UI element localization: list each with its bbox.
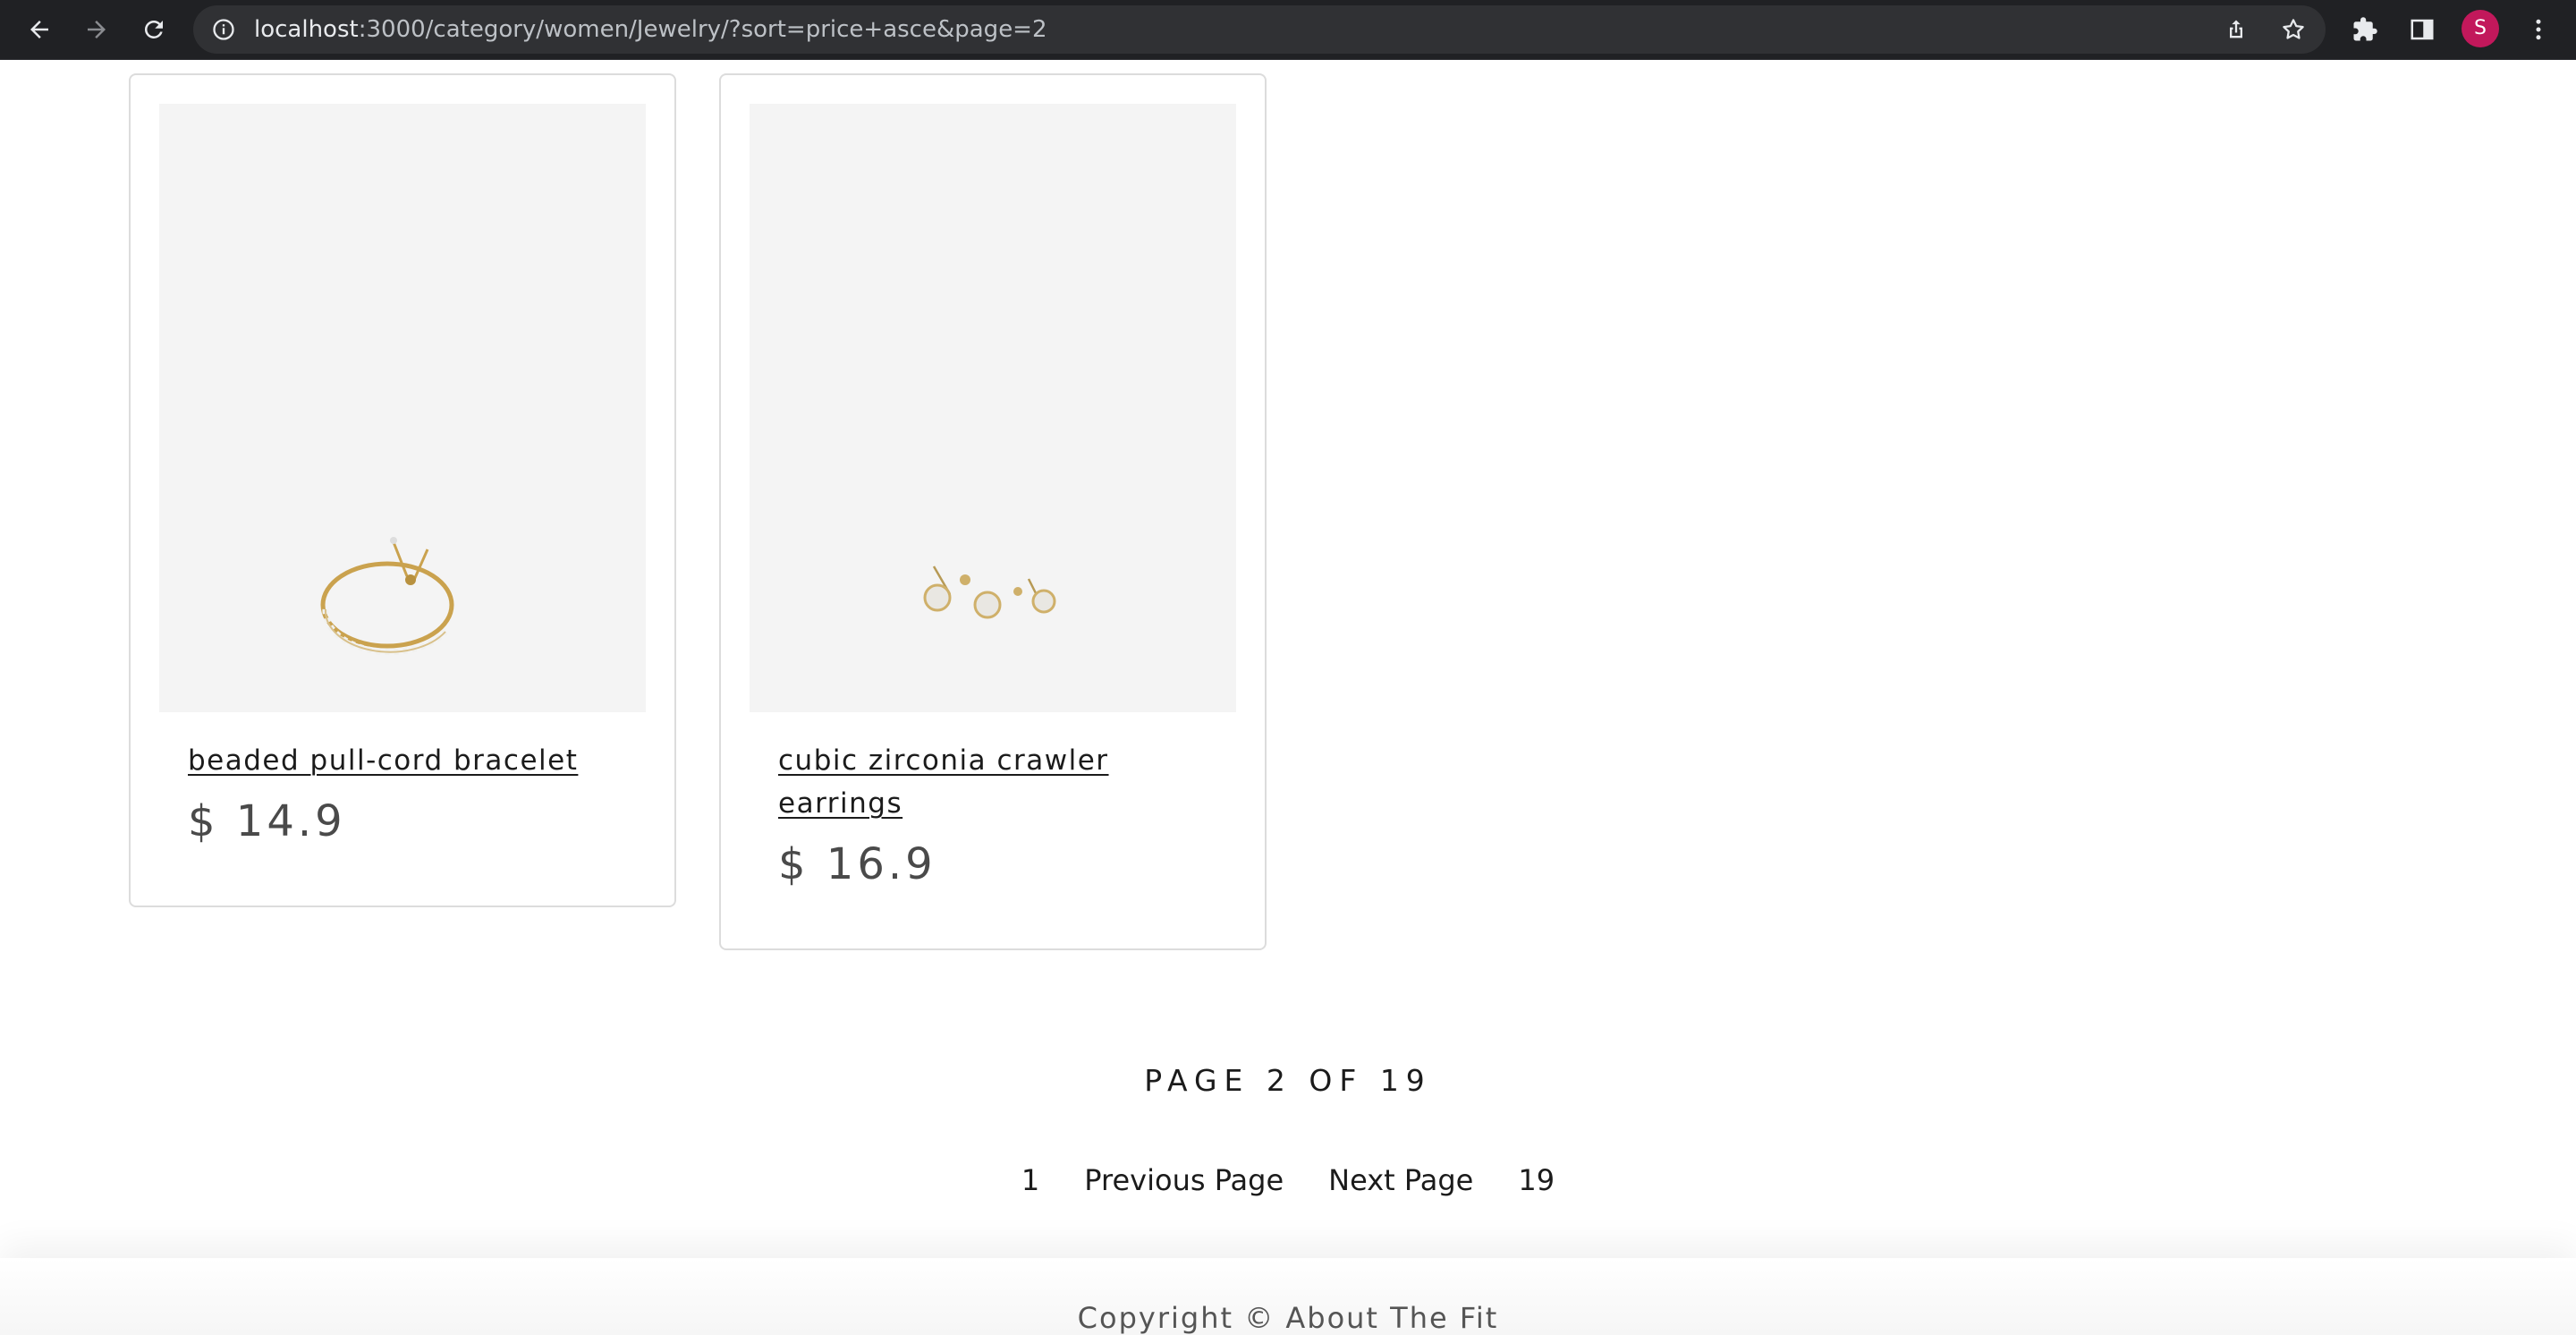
- next-page-link[interactable]: Next Page: [1328, 1163, 1473, 1197]
- address-bar[interactable]: localhost:3000/category/women/Jewelry/?s…: [193, 5, 2326, 54]
- copyright-text: Copyright © About The Fit: [1077, 1301, 1499, 1335]
- product-price: $ 14.9: [188, 796, 346, 846]
- url-text[interactable]: localhost:3000/category/women/Jewelry/?s…: [254, 5, 1047, 54]
- product-card[interactable]: cubic zirconia crawler earrings $ 16.9: [719, 73, 1267, 950]
- pagination-controls: 1 Previous Page Next Page 19: [0, 1158, 2576, 1203]
- product-name-link[interactable]: beaded pull-cord bracelet: [188, 739, 608, 782]
- share-icon[interactable]: [2220, 13, 2252, 46]
- url-path: :3000/category/women/Jewelry/?sort=price…: [358, 16, 1047, 43]
- arrow-left-icon: [30, 21, 48, 38]
- previous-page-link[interactable]: Previous Page: [1084, 1163, 1284, 1197]
- product-image[interactable]: [159, 104, 646, 712]
- reload-button[interactable]: [132, 8, 175, 51]
- profile-avatar[interactable]: S: [2462, 10, 2499, 47]
- reload-icon: [144, 20, 163, 38]
- url-host: localhost: [254, 16, 359, 43]
- side-panel-icon[interactable]: [2404, 12, 2440, 47]
- forward-button[interactable]: [75, 8, 118, 51]
- browser-toolbar: localhost:3000/category/women/Jewelry/?s…: [0, 0, 2576, 60]
- page-status: PAGE 2 OF 19: [1144, 1063, 1432, 1098]
- bracelet-image: [320, 537, 454, 656]
- kebab-menu-icon[interactable]: [2521, 12, 2556, 47]
- earrings-image: [923, 565, 1056, 619]
- product-name-link[interactable]: cubic zirconia crawler earrings: [778, 739, 1199, 825]
- arrow-right-icon: [88, 21, 106, 38]
- product-card[interactable]: beaded pull-cord bracelet $ 14.9: [129, 73, 676, 907]
- product-price: $ 16.9: [778, 839, 936, 889]
- extensions-puzzle-icon[interactable]: [2347, 12, 2383, 47]
- product-image[interactable]: [750, 104, 1236, 712]
- footer: Copyright © About The Fit: [0, 1258, 2576, 1335]
- last-page-link[interactable]: 19: [1518, 1163, 1555, 1197]
- back-button[interactable]: [18, 8, 61, 51]
- info-icon[interactable]: [211, 17, 236, 42]
- bookmark-star-icon[interactable]: [2277, 13, 2309, 46]
- first-page-link[interactable]: 1: [1021, 1163, 1039, 1197]
